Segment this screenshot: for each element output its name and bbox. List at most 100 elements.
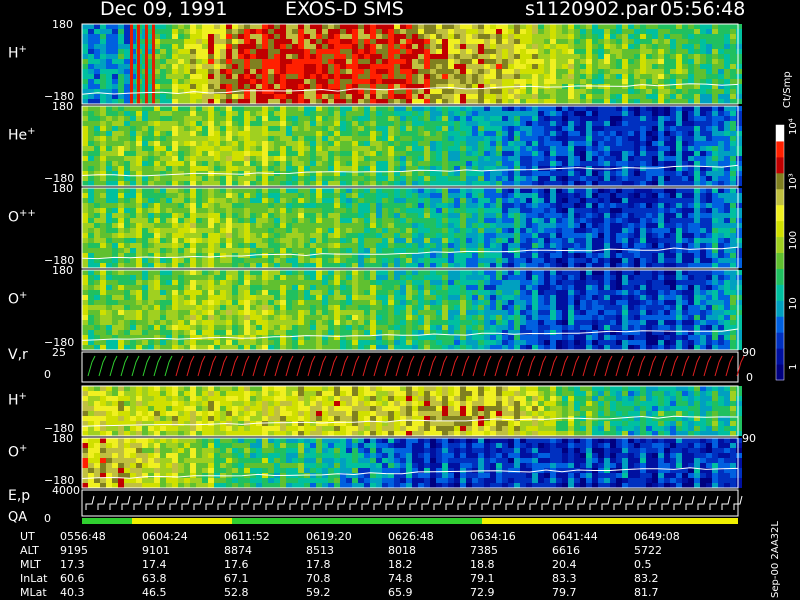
heatmap-cell bbox=[124, 213, 130, 218]
heatmap-cell bbox=[118, 54, 124, 59]
heatmap-cell bbox=[718, 94, 724, 99]
heatmap-cell bbox=[520, 238, 526, 243]
heatmap-cell bbox=[424, 228, 430, 233]
heatmap-cell bbox=[574, 79, 580, 84]
heatmap-cell bbox=[196, 238, 202, 243]
heatmap-cell bbox=[664, 126, 670, 131]
heatmap-cell bbox=[676, 121, 682, 126]
heatmap-cell bbox=[274, 89, 280, 94]
heatmap-cell bbox=[676, 29, 682, 34]
heatmap-cell bbox=[274, 198, 280, 203]
heatmap-cell bbox=[280, 111, 286, 116]
heatmap-cell bbox=[118, 121, 124, 126]
heatmap-cell bbox=[472, 29, 478, 34]
heatmap-cell bbox=[364, 238, 370, 243]
heatmap-cell bbox=[262, 161, 268, 166]
heatmap-cell bbox=[316, 141, 322, 146]
heatmap-cell bbox=[640, 69, 646, 74]
heatmap-cell bbox=[520, 151, 526, 156]
heatmap-cell bbox=[334, 99, 340, 104]
heatmap-cell bbox=[172, 29, 178, 34]
heatmap-cell bbox=[370, 166, 376, 171]
heatmap-cell bbox=[508, 94, 514, 99]
heatmap-cell bbox=[508, 258, 514, 263]
heatmap-cell bbox=[694, 161, 700, 166]
heatmap-cell bbox=[454, 89, 460, 94]
heatmap-cell bbox=[214, 99, 220, 104]
heatmap-cell bbox=[166, 198, 172, 203]
heatmap-cell bbox=[106, 176, 112, 181]
heatmap-cell bbox=[598, 59, 604, 64]
heatmap-cell bbox=[574, 166, 580, 171]
heatmap-cell bbox=[448, 146, 454, 151]
heatmap-cell bbox=[610, 176, 616, 181]
heatmap-cell bbox=[472, 258, 478, 263]
heatmap-cell bbox=[340, 64, 346, 69]
heatmap-cell bbox=[520, 69, 526, 74]
heatmap-cell bbox=[550, 49, 556, 54]
heatmap-cell bbox=[478, 99, 484, 104]
heatmap-cell bbox=[268, 243, 274, 248]
heatmap-cell bbox=[718, 39, 724, 44]
heatmap-cell bbox=[538, 188, 544, 193]
heatmap-cell bbox=[646, 121, 652, 126]
heatmap-cell bbox=[244, 198, 250, 203]
heatmap-cell bbox=[502, 258, 508, 263]
heatmap-cell bbox=[706, 29, 712, 34]
heatmap-cell bbox=[118, 198, 124, 203]
heatmap-cell bbox=[298, 188, 304, 193]
heatmap-cell bbox=[220, 44, 226, 49]
heatmap-cell bbox=[220, 218, 226, 223]
heatmap-cell bbox=[394, 146, 400, 151]
heatmap-cell bbox=[622, 74, 628, 79]
heatmap-cell bbox=[736, 126, 742, 131]
heatmap-cell bbox=[352, 176, 358, 181]
heatmap-cell bbox=[106, 49, 112, 54]
heatmap-cell bbox=[394, 258, 400, 263]
heatmap-cell bbox=[220, 64, 226, 69]
heatmap-cell bbox=[364, 94, 370, 99]
heatmap-cell bbox=[238, 223, 244, 228]
heatmap-cell bbox=[196, 253, 202, 258]
heatmap-cell bbox=[688, 59, 694, 64]
heatmap-panel-2 bbox=[82, 188, 742, 268]
heatmap-cell bbox=[286, 141, 292, 146]
heatmap-cell bbox=[454, 198, 460, 203]
heatmap-cell bbox=[568, 69, 574, 74]
heatmap-cell bbox=[412, 181, 418, 186]
heatmap-cell bbox=[460, 223, 466, 228]
heatmap-cell bbox=[352, 248, 358, 253]
heatmap-cell bbox=[454, 141, 460, 146]
heatmap-cell bbox=[112, 121, 118, 126]
heatmap-cell bbox=[94, 233, 100, 238]
heatmap-cell bbox=[202, 263, 208, 268]
heatmap-cell bbox=[328, 213, 334, 218]
heatmap-cell bbox=[592, 156, 598, 161]
heatmap-cell bbox=[568, 34, 574, 39]
heatmap-cell bbox=[130, 193, 136, 198]
heatmap-cell bbox=[184, 44, 190, 49]
heatmap-cell bbox=[346, 29, 352, 34]
heatmap-cell bbox=[400, 131, 406, 136]
heatmap-cell bbox=[280, 69, 286, 74]
heatmap-cell bbox=[466, 24, 472, 29]
heatmap-cell bbox=[262, 213, 268, 218]
heatmap-cell bbox=[226, 111, 232, 116]
heatmap-cell bbox=[646, 136, 652, 141]
heatmap-cell bbox=[208, 203, 214, 208]
heatmap-cell bbox=[388, 64, 394, 69]
heatmap-cell bbox=[352, 203, 358, 208]
heatmap-cell bbox=[652, 171, 658, 176]
heatmap-cell bbox=[190, 126, 196, 131]
heatmap-cell bbox=[556, 34, 562, 39]
heatmap-cell bbox=[580, 69, 586, 74]
heatmap-cell bbox=[484, 89, 490, 94]
heatmap-cell bbox=[346, 263, 352, 268]
heatmap-cell bbox=[292, 29, 298, 34]
heatmap-cell bbox=[328, 228, 334, 233]
heatmap-cell bbox=[568, 151, 574, 156]
heatmap-cell bbox=[712, 34, 718, 39]
heatmap-cell bbox=[118, 203, 124, 208]
heatmap-cell bbox=[670, 24, 676, 29]
heatmap-cell bbox=[358, 248, 364, 253]
